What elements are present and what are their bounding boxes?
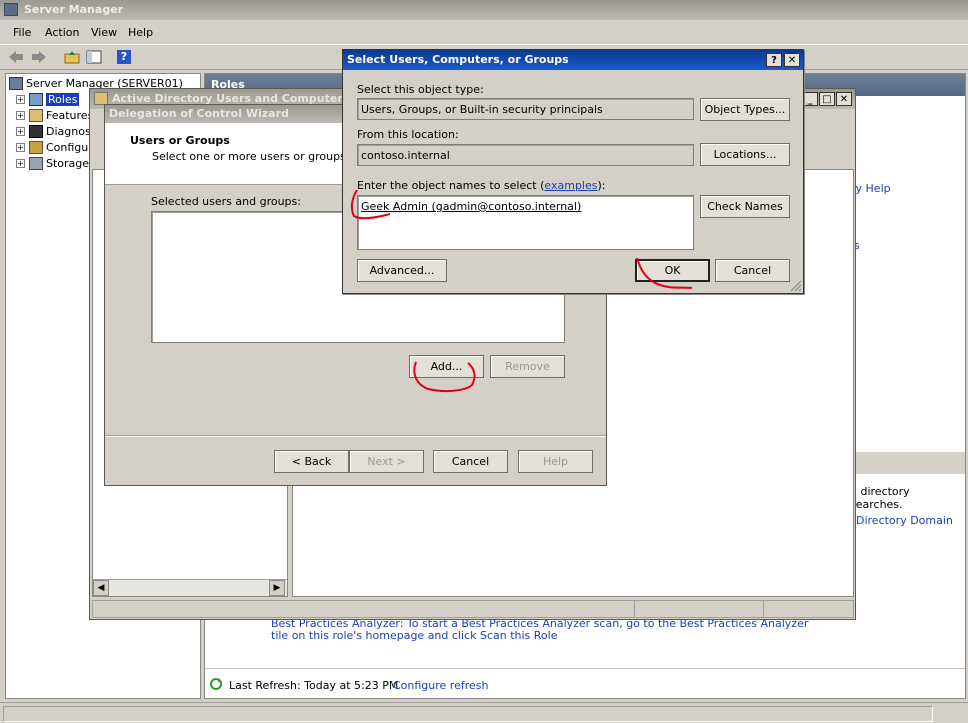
tree-item-label: Roles — [46, 92, 80, 106]
wizard-help-button: Help — [518, 450, 593, 473]
scroll-right-icon[interactable]: ▶ — [269, 580, 285, 596]
tree-item-label: Diagnost — [46, 124, 95, 138]
aduc-close-button[interactable]: ✕ — [836, 92, 852, 106]
forward-arrow-icon[interactable] — [31, 50, 47, 64]
section-divider — [853, 452, 965, 474]
expand-icon[interactable]: + — [16, 158, 25, 168]
window-title: Server Manager — [24, 3, 124, 16]
menu-help[interactable]: Help — [128, 26, 153, 39]
examples-link[interactable]: examples — [544, 179, 597, 192]
tree-item-configuration[interactable]: + Configur — [16, 139, 93, 155]
tree-item-features[interactable]: + Features — [16, 107, 93, 123]
locations-button[interactable]: Locations... — [700, 143, 790, 166]
ok-button[interactable]: OK — [635, 259, 710, 282]
configure-refresh-link[interactable]: Configure refresh — [393, 679, 488, 692]
menu-view[interactable]: View — [91, 26, 117, 39]
dialog-close-button[interactable]: ✕ — [784, 53, 800, 67]
names-label-prefix: Enter the object names to select ( — [357, 179, 545, 192]
dialog-help-button[interactable]: ? — [766, 53, 782, 67]
help-icon[interactable]: ? — [117, 50, 131, 64]
remove-button: Remove — [490, 355, 565, 378]
select-dialog-title: Select Users, Computers, or Groups — [347, 53, 569, 66]
configuration-icon — [29, 140, 43, 154]
tree-item-diagnostics[interactable]: + Diagnost — [16, 123, 95, 139]
advanced-button[interactable]: Advanced... — [357, 259, 447, 282]
server-manager-titlebar: Server Manager — [0, 0, 968, 20]
features-icon — [29, 108, 43, 122]
console-tree-icon[interactable] — [86, 50, 102, 64]
directory-domain-link[interactable]: Directory Domain — [856, 514, 953, 527]
tree-item-storage[interactable]: + Storage — [16, 155, 89, 171]
names-label-suffix: ): — [597, 179, 606, 192]
object-names-input[interactable]: Geek Admin (gadmin@contoso.internal) — [357, 195, 694, 250]
tree-item-label: Storage — [46, 156, 90, 170]
tree-item-label: Configur — [46, 140, 93, 154]
object-type-value: Users, Groups, or Built-in security prin… — [361, 103, 603, 116]
scroll-left-icon[interactable]: ◀ — [93, 580, 109, 596]
select-dialog-titlebar: Select Users, Computers, or Groups — [343, 50, 803, 70]
select-users-dialog: Select Users, Computers, or Groups ? ✕ S… — [342, 49, 804, 294]
menu-action[interactable]: Action — [45, 26, 79, 39]
directory-searches-text: d directory searches. — [850, 485, 910, 511]
selected-users-label: Selected users and groups: — [151, 195, 301, 208]
server-icon — [9, 76, 23, 90]
resize-grip-icon[interactable] — [790, 280, 802, 292]
server-manager-icon — [4, 3, 18, 16]
role-help-link[interactable]: ry Help — [851, 182, 891, 195]
status-bar — [0, 702, 968, 723]
diagnostics-icon — [29, 124, 43, 138]
check-names-button[interactable]: Check Names — [700, 195, 790, 218]
location-field: contoso.internal — [357, 144, 694, 166]
aduc-maximize-button[interactable]: □ — [819, 92, 835, 106]
menu-file[interactable]: File — [13, 26, 31, 39]
object-names-label: Enter the object names to select (exampl… — [357, 179, 605, 192]
dialog-cancel-button[interactable]: Cancel — [715, 259, 790, 282]
roles-icon — [29, 92, 43, 106]
aduc-hscrollbar[interactable]: ◀ ▶ — [93, 579, 287, 596]
menu-bar: File Action View Help — [0, 22, 968, 42]
aduc-status-bar — [92, 600, 854, 618]
location-label: From this location: — [357, 128, 459, 141]
object-names-value: Geek Admin (gadmin@contoso.internal) — [361, 200, 582, 213]
expand-icon[interactable]: + — [16, 94, 25, 104]
status-panel — [3, 706, 933, 722]
wizard-title: Delegation of Control Wizard — [109, 107, 289, 120]
wizard-heading: Users or Groups — [130, 134, 230, 147]
expand-icon[interactable]: + — [16, 126, 25, 136]
object-type-field: Users, Groups, or Built-in security prin… — [357, 98, 694, 120]
expand-icon[interactable]: + — [16, 142, 25, 152]
back-button[interactable]: < Back — [274, 450, 349, 473]
object-type-label: Select this object type: — [357, 83, 484, 96]
status-divider — [763, 601, 764, 617]
add-button[interactable]: Add... — [409, 355, 484, 378]
aduc-minimize-button[interactable]: _ — [802, 92, 818, 106]
up-folder-icon[interactable] — [64, 50, 80, 64]
next-button: Next > — [349, 450, 424, 473]
location-value: contoso.internal — [361, 149, 450, 162]
bottom-divider — [205, 668, 965, 669]
tree-item-label: Features — [46, 108, 94, 122]
back-arrow-icon[interactable] — [8, 50, 24, 64]
wizard-footer-divider — [105, 435, 606, 437]
wizard-cancel-button[interactable]: Cancel — [433, 450, 508, 473]
expand-icon[interactable]: + — [16, 110, 25, 120]
bpa-text-line2: tile on this role's homepage and click S… — [271, 629, 558, 642]
status-divider — [634, 601, 635, 617]
refresh-icon — [209, 677, 223, 691]
last-refresh-text: Last Refresh: Today at 5:23 PM — [229, 679, 399, 692]
storage-icon — [29, 156, 43, 170]
tree-item-roles[interactable]: + Roles — [16, 91, 80, 107]
object-types-button[interactable]: Object Types... — [700, 98, 790, 121]
